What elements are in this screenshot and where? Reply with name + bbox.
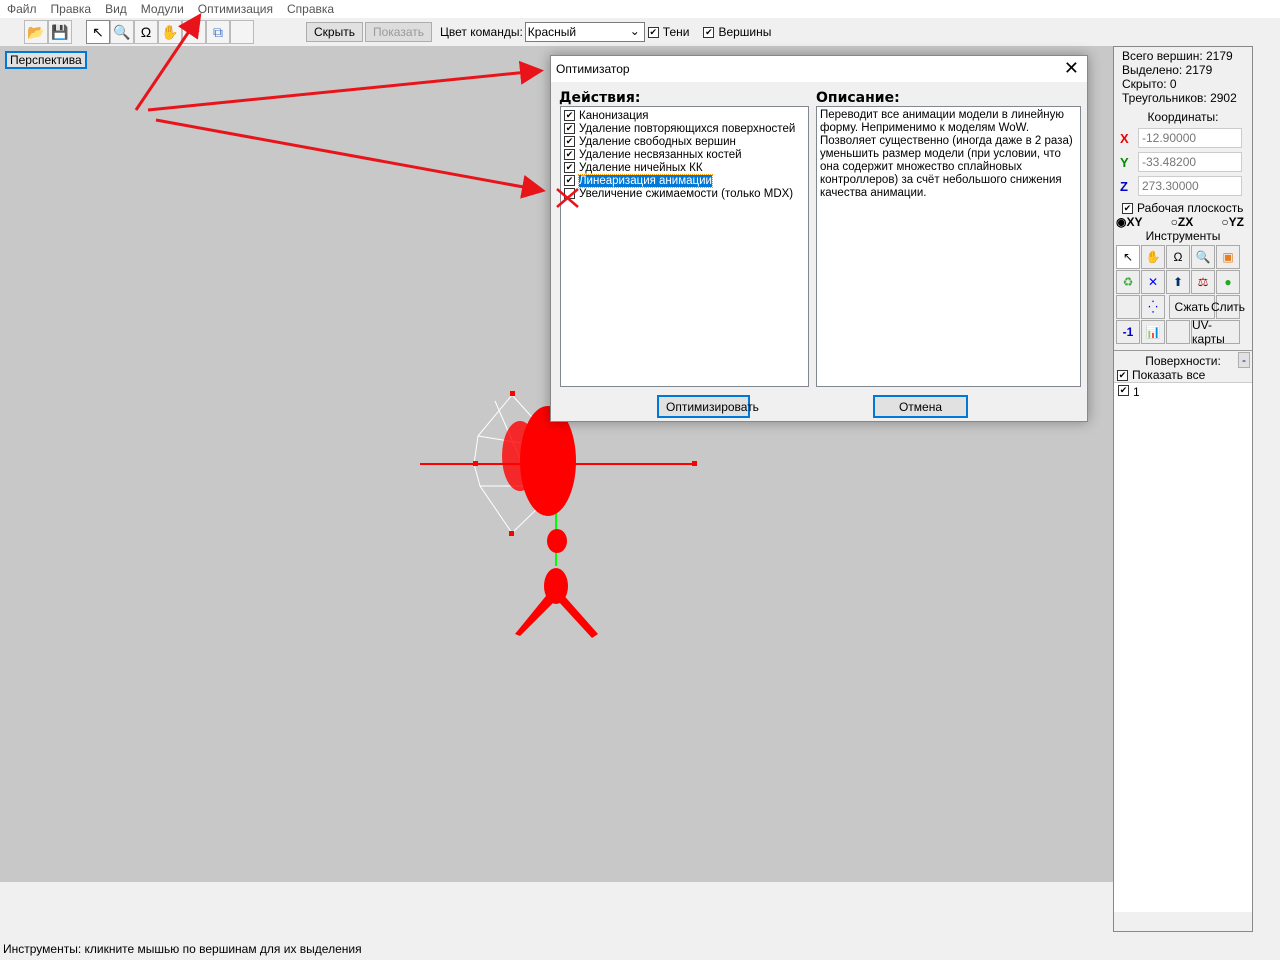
work-plane-checkbox[interactable]: ✔ xyxy=(1122,202,1133,214)
scatter-points-icon[interactable]: ⁛ xyxy=(1141,295,1165,319)
dialog-title: Оптимизатор xyxy=(556,62,630,76)
shadows-checkbox[interactable]: ✔ xyxy=(647,26,659,38)
surfaces-label: Поверхности: xyxy=(1145,354,1221,368)
blank-tool[interactable] xyxy=(230,20,254,44)
select-arrow-icon[interactable]: ↖ xyxy=(86,20,110,44)
optimize-button[interactable]: Оптимизировать xyxy=(657,395,759,418)
chevron-down-icon: ⌄ xyxy=(629,24,640,38)
z-coord-input[interactable] xyxy=(1138,176,1242,196)
menu-view[interactable]: Вид xyxy=(98,0,134,18)
total-vertices: Всего вершин: 2179 xyxy=(1122,49,1233,63)
action-checkbox[interactable]: ✔ xyxy=(564,162,575,173)
description-label: Описание: xyxy=(816,90,900,106)
close-icon[interactable]: ✕ xyxy=(1064,58,1079,79)
action-label: Линеаризация анимации xyxy=(578,173,713,188)
selected-count: Выделено: 2179 xyxy=(1122,63,1213,77)
action-item[interactable]: ✔ Удаление свободных вершин xyxy=(561,135,808,148)
z-axis-icon: Z xyxy=(1120,178,1128,194)
radio-zx[interactable]: ○ZX xyxy=(1171,215,1194,229)
menu-help[interactable]: Справка xyxy=(280,0,341,18)
action-item[interactable]: ✔ Канонизация xyxy=(561,109,808,122)
compress-button[interactable]: Сжать xyxy=(1169,295,1215,319)
y-axis-icon: Y xyxy=(1120,154,1129,170)
action-label: Канонизация xyxy=(579,109,649,122)
copy-icon[interactable]: ⧉ xyxy=(206,20,230,44)
team-color-label: Цвет команды: xyxy=(439,25,523,39)
minus-one-button[interactable]: -1 xyxy=(1116,320,1140,344)
status-bar: Инструменты: кликните мышью по вершинам … xyxy=(3,942,362,956)
zoom-icon[interactable]: 🔍 xyxy=(110,20,134,44)
action-checkbox[interactable]: ✔ xyxy=(564,175,575,186)
action-checkbox[interactable] xyxy=(564,188,575,199)
show-button[interactable]: Показать xyxy=(364,22,432,42)
action-checkbox[interactable]: ✔ xyxy=(564,149,575,160)
action-checkbox[interactable]: ✔ xyxy=(564,110,575,121)
action-item[interactable]: ✔ Удаление повторяющихся поверхностей xyxy=(561,122,808,135)
pan-hand-icon[interactable]: ✋ xyxy=(158,20,182,44)
recycle-icon[interactable]: ♻ xyxy=(1116,270,1140,294)
coords-label: Координаты: xyxy=(1147,110,1219,124)
action-item[interactable]: ✔ Удаление несвязанных костей xyxy=(561,148,808,161)
toolbar: 📂 💾 ↖ 🔍 Ω ✋ ↶ ⧉ Скрыть Показать Цвет ком… xyxy=(0,18,1280,46)
surfaces-list: ✔ 1 xyxy=(1114,382,1252,912)
vertex-select-icon[interactable]: ↖ xyxy=(1116,245,1140,269)
action-checkbox[interactable]: ✔ xyxy=(564,123,575,134)
menu-optimization[interactable]: Оптимизация xyxy=(191,0,280,18)
action-checkbox[interactable]: ✔ xyxy=(564,136,575,147)
menu-bar: Файл Правка Вид Модули Оптимизация Справ… xyxy=(0,0,1280,18)
zoom-icon[interactable]: 🔍 xyxy=(1191,245,1215,269)
open-icon[interactable]: 📂 xyxy=(24,20,48,44)
y-coord-input[interactable] xyxy=(1138,152,1242,172)
vertices-checkbox[interactable]: ✔ xyxy=(703,26,715,38)
actions-list[interactable]: ✔ Канонизация ✔ Удаление повторяющихся пове… xyxy=(560,106,809,387)
optimizer-dialog: Оптимизатор ✕ Действия: Описание: ✔ Канони… xyxy=(550,55,1088,422)
properties-panel: Всего вершин: 2179 Выделено: 2179 Скрыто… xyxy=(1113,46,1253,932)
surface-checkbox[interactable]: ✔ xyxy=(1118,385,1129,396)
merge-button[interactable]: Слить xyxy=(1211,295,1245,319)
pan-hand-icon[interactable]: ✋ xyxy=(1141,245,1165,269)
actions-label: Действия: xyxy=(559,90,641,106)
team-color-select[interactable]: Красный ⌄ xyxy=(524,22,645,42)
green-sphere-icon[interactable]: ● xyxy=(1216,270,1240,294)
blank-tool[interactable] xyxy=(1166,320,1190,344)
vertex-split-icon[interactable]: ✕ xyxy=(1141,270,1165,294)
radio-xy[interactable]: ◉XY xyxy=(1116,215,1143,229)
save-icon[interactable]: 💾 xyxy=(48,20,72,44)
x-coord-input[interactable] xyxy=(1138,128,1242,148)
hide-button[interactable]: Скрыть xyxy=(306,22,363,42)
upload-icon[interactable]: ⬆ xyxy=(1166,270,1190,294)
x-axis-icon: X xyxy=(1120,130,1129,146)
refresh-icon[interactable]: ▣ xyxy=(1216,245,1240,269)
action-label: Удаление свободных вершин xyxy=(579,135,736,148)
cancel-button[interactable]: Отмена xyxy=(873,395,968,418)
tools-label: Инструменты xyxy=(1145,229,1221,243)
uv-maps-button[interactable]: UV-карты xyxy=(1191,318,1240,346)
triangles-count: Треугольников: 2902 xyxy=(1122,91,1237,105)
weight-icon[interactable]: ⚖ xyxy=(1191,270,1215,294)
menu-edit[interactable]: Правка xyxy=(44,0,99,18)
description-text: Переводит все анимации модели в линейную… xyxy=(816,106,1081,387)
menu-modules[interactable]: Модули xyxy=(134,0,191,18)
surfaces-collapse-button[interactable]: - xyxy=(1238,352,1250,368)
rotate-icon[interactable]: Ω xyxy=(134,20,158,44)
bottom-area xyxy=(0,882,1113,932)
chart-icon[interactable]: 📊 xyxy=(1141,320,1165,344)
action-label: Удаление несвязанных костей xyxy=(579,148,742,161)
blank-tool[interactable] xyxy=(1116,295,1140,319)
action-label: Удаление повторяющихся поверхностей xyxy=(579,122,796,135)
menu-file[interactable]: Файл xyxy=(0,0,44,18)
action-item[interactable]: ✔ Линеаризация анимации xyxy=(561,173,808,188)
action-label: Увеличение сжимаемости (только MDX) xyxy=(579,187,794,200)
action-item[interactable]: ✔ Удаление ничейных КК xyxy=(561,161,808,174)
action-item[interactable]: Увеличение сжимаемости (только MDX) xyxy=(561,187,808,200)
radio-yz[interactable]: ○YZ xyxy=(1221,215,1244,229)
hidden-count: Скрыто: 0 xyxy=(1122,77,1177,91)
rotate-icon[interactable]: Ω xyxy=(1166,245,1190,269)
action-label: Удаление ничейных КК xyxy=(579,161,703,174)
undo-icon[interactable]: ↶ xyxy=(182,20,206,44)
show-all-checkbox[interactable]: ✔ xyxy=(1117,369,1128,381)
